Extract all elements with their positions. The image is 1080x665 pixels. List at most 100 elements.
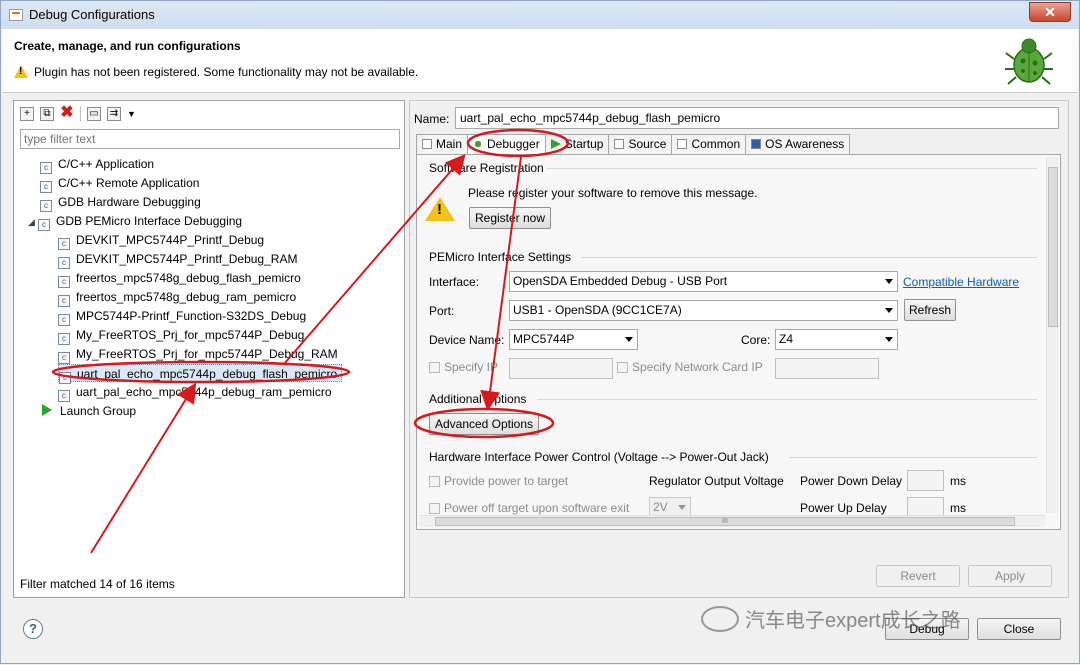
header-banner: Create, manage, and run configurations P… [2,29,1078,93]
debugger-tab-content: Software Registration Please register yo… [416,154,1061,530]
device-name-select[interactable]: MPC5744P [509,329,638,350]
c-config-icon: c [58,333,70,345]
ms-unit-label: ms [950,474,966,488]
expand-arrow-icon[interactable]: ◢ [28,213,38,231]
core-label: Core: [741,333,771,347]
watermark: 汽车电子expert成长之路 [701,601,961,633]
power-up-delay-label: Power Up Delay [800,501,887,515]
group-divider [537,399,1037,400]
tree-item-config[interactable]: c uart_pal_echo_mpc5744p_debug_ram_pemicr… [58,383,332,402]
delete-configuration-icon[interactable]: ✖ [60,105,74,121]
c-config-icon: c [58,352,70,364]
tab-startup[interactable]: Startup [544,134,610,154]
common-icon [677,139,688,149]
toolbar-separator [80,106,81,122]
tree-item-launch-group[interactable]: Launch Group [42,402,136,420]
chevron-down-icon [625,337,633,342]
power-control-title: Hardware Interface Power Control (Voltag… [429,450,769,464]
tree-item-cpp-application[interactable]: c C/C++ Application [40,155,154,174]
power-down-delay-label: Power Down Delay [800,474,903,488]
name-field[interactable]: uart_pal_echo_mpc5744p_debug_flash_pemic… [455,107,1059,129]
software-registration-title: Software Registration [429,161,544,175]
port-select[interactable]: USB1 - OpenSDA (9CC1CE7A) [509,300,898,321]
registration-message: Please register your software to remove … [468,186,758,200]
filter-configurations-icon[interactable]: ⇉ [107,107,121,121]
compatible-hardware-link[interactable]: Compatible Hardware [903,275,1019,289]
close-button[interactable]: Close [977,618,1061,640]
duplicate-configuration-icon[interactable]: ⧉ [40,107,54,121]
registration-warning-icon [425,197,455,221]
interface-select[interactable]: OpenSDA Embedded Debug - USB Port [509,271,898,292]
toolbar-menu-chevron-down-icon[interactable]: ▼ [127,109,136,119]
specify-network-card-ip-checkbox[interactable]: Specify Network Card IP [617,360,763,374]
port-label: Port: [429,304,455,318]
tree-item-config[interactable]: c DEVKIT_MPC5744P_Printf_Debug [58,231,264,250]
tree-item-gdb-hardware-debugging[interactable]: c GDB Hardware Debugging [40,193,201,212]
tree-item-config[interactable]: c My_FreeRTOS_Prj_for_mpc5744P_Debug_RAM [58,345,338,364]
ip-address-field[interactable] [509,358,613,379]
c-config-icon: c [58,314,70,326]
c-config-icon: c [58,257,70,269]
tree-item-cpp-remote-application[interactable]: c C/C++ Remote Application [40,174,199,193]
config-tabs: Main Debugger Startup Source Common OS A… [416,134,851,155]
new-configuration-icon[interactable]: + [20,107,34,121]
debug-configurations-window: Debug Configurations ✕ Create, manage, a… [0,0,1080,664]
advanced-options-button[interactable]: Advanced Options [429,413,539,435]
tree-item-config[interactable]: c freertos_mpc5748g_debug_flash_pemicro [58,269,301,288]
c-config-type-icon: c [38,219,50,231]
tab-main[interactable]: Main [416,134,469,154]
configuration-editor-panel: Name: uart_pal_echo_mpc5744p_debug_flash… [409,100,1069,598]
checkbox-box [429,503,440,514]
tree-item-config[interactable]: c freertos_mpc5748g_debug_ram_pemicro [58,288,296,307]
tab-source[interactable]: Source [608,134,673,154]
provide-power-checkbox[interactable]: Provide power to target [429,474,568,488]
refresh-button[interactable]: Refresh [904,299,956,321]
collapse-all-icon[interactable]: ▭ [87,107,101,121]
tree-item-config-selected[interactable]: c uart_pal_echo_mpc5744p_debug_flash_pemi… [58,364,343,384]
c-config-icon: c [58,390,70,402]
left-toolbar: + ⧉ ✖ ▭ ⇉ ▼ [20,105,136,123]
power-off-on-exit-checkbox[interactable]: Power off target upon software exit [429,501,629,515]
vertical-scrollbar[interactable] [1046,157,1058,513]
tab-os-awareness[interactable]: OS Awareness [745,134,851,154]
warning-icon [14,65,28,78]
configuration-list-panel: + ⧉ ✖ ▭ ⇉ ▼ cC/C++ Application cC/C++ Re… [13,100,405,598]
additional-options-title: Additional Options [429,392,527,406]
power-down-delay-field[interactable] [907,470,944,491]
core-select[interactable]: Z4 [775,329,898,350]
tree-item-config[interactable]: c My_FreeRTOS_Prj_for_mpc5744P_Debug [58,326,304,345]
main-tab-icon [422,139,432,149]
chevron-down-icon [885,308,893,313]
checkbox-box [617,362,628,373]
window-title: Debug Configurations [29,7,155,22]
window-close-button[interactable]: ✕ [1029,2,1071,22]
debug-bug-icon [1005,38,1053,85]
revert-button[interactable]: Revert [876,565,960,587]
network-card-ip-field[interactable] [775,358,879,379]
source-icon [614,139,625,149]
filter-input[interactable] [20,129,400,149]
tree-item-config[interactable]: c DEVKIT_MPC5744P_Printf_Debug_RAM [58,250,297,269]
c-config-icon: c [58,276,70,288]
tab-common[interactable]: Common [671,134,747,154]
horizontal-scrollbar[interactable]: III [419,515,1045,527]
tree-item-config[interactable]: c MPC5744P-Printf_Function-S32DS_Debug [58,307,306,326]
help-icon[interactable]: ? [23,619,43,639]
group-divider [547,168,1037,169]
ms-unit-label: ms [950,501,966,515]
chevron-down-icon [885,279,893,284]
register-now-button[interactable]: Register now [469,207,551,229]
banner-warning: Plugin has not been registered. Some fun… [14,63,418,79]
scrollbar-thumb[interactable]: III [435,517,1015,526]
tab-debugger[interactable]: Debugger [467,134,546,155]
c-config-type-icon: c [40,181,52,193]
tree-item-gdb-pemicro[interactable]: ◢ c GDB PEMicro Interface Debugging [28,212,242,231]
pemicro-settings-title: PEMicro Interface Settings [429,250,572,264]
c-config-type-icon: c [40,162,52,174]
apply-button[interactable]: Apply [968,565,1052,587]
checkbox-box [429,476,440,487]
scrollbar-thumb[interactable] [1048,167,1058,327]
specify-ip-checkbox[interactable]: Specify IP [429,360,498,374]
group-divider [581,257,1037,258]
c-config-icon: c [58,238,70,250]
